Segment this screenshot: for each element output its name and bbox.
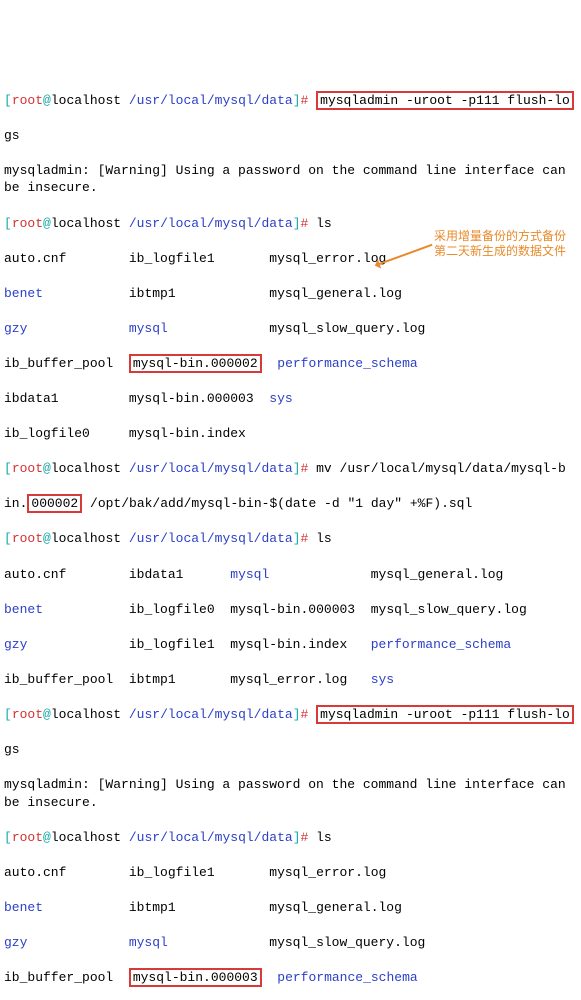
command[interactable]: ls <box>308 216 331 231</box>
ls-row: ib_logfile0 mysql-bin.index <box>4 425 577 443</box>
bracket: ] <box>293 93 301 108</box>
line: [root@localhost /usr/local/mysql/data]# … <box>4 530 577 548</box>
terminal-output: [root@localhost /usr/local/mysql/data]# … <box>4 74 577 1000</box>
highlighted-file: mysql-bin.000002 <box>129 354 262 373</box>
command[interactable]: ls <box>308 531 331 546</box>
path: /usr/local/mysql/data <box>121 93 293 108</box>
ls-row: ib_buffer_pool mysql-bin.000003 performa… <box>4 969 577 987</box>
warning-line: mysqladmin: [Warning] Using a password o… <box>4 776 577 811</box>
line: [root@localhost /usr/local/mysql/data]# … <box>4 829 577 847</box>
highlighted-num: 000002 <box>27 494 82 513</box>
annotation-text: 采用增量备份的方式备份第二天新生成的数据文件 <box>434 229 574 258</box>
warning-line: mysqladmin: [Warning] Using a password o… <box>4 162 577 197</box>
line: gs <box>4 741 577 759</box>
ls-row: gzy ib_logfile1 mysql-bin.index performa… <box>4 636 577 654</box>
highlighted-command: mysqladmin -uroot -p111 flush-lo <box>316 705 574 724</box>
line: in.000002 /opt/bak/add/mysql-bin-$(date … <box>4 495 577 513</box>
ls-row: ibdata1 mysql-bin.000003 sys <box>4 390 577 408</box>
line: gs <box>4 127 577 145</box>
ls-row: auto.cnf ib_logfile1 mysql_error.log <box>4 864 577 882</box>
user: root <box>12 93 43 108</box>
command[interactable]: ls <box>308 830 331 845</box>
ls-row: ib_buffer_pool mysql-bin.000002 performa… <box>4 355 577 373</box>
ls-row: benet ibtmp1 mysql_general.log <box>4 899 577 917</box>
ls-row: gzy mysql mysql_slow_query.log <box>4 320 577 338</box>
ls-row: benet ib_logfile0 mysql-bin.000003 mysql… <box>4 601 577 619</box>
line: [root@localhost /usr/local/mysql/data]# … <box>4 706 577 724</box>
line: [root@localhost /usr/local/mysql/data]# … <box>4 460 577 478</box>
at: @ <box>43 93 51 108</box>
command[interactable]: mv /usr/local/mysql/data/mysql-b <box>308 461 565 476</box>
ls-row: benet ibtmp1 mysql_general.log <box>4 285 577 303</box>
hash: # <box>301 93 309 108</box>
highlighted-file: mysql-bin.000003 <box>129 968 262 987</box>
ls-row: ib_buffer_pool ibtmp1 mysql_error.log sy… <box>4 671 577 689</box>
line: [root@localhost /usr/local/mysql/data]# … <box>4 92 577 110</box>
host: localhost <box>51 93 121 108</box>
highlighted-command: mysqladmin -uroot -p111 flush-lo <box>316 91 574 110</box>
bracket: [ <box>4 93 12 108</box>
ls-row: gzy mysql mysql_slow_query.log <box>4 934 577 952</box>
ls-row: auto.cnf ibdata1 mysql mysql_general.log <box>4 566 577 584</box>
